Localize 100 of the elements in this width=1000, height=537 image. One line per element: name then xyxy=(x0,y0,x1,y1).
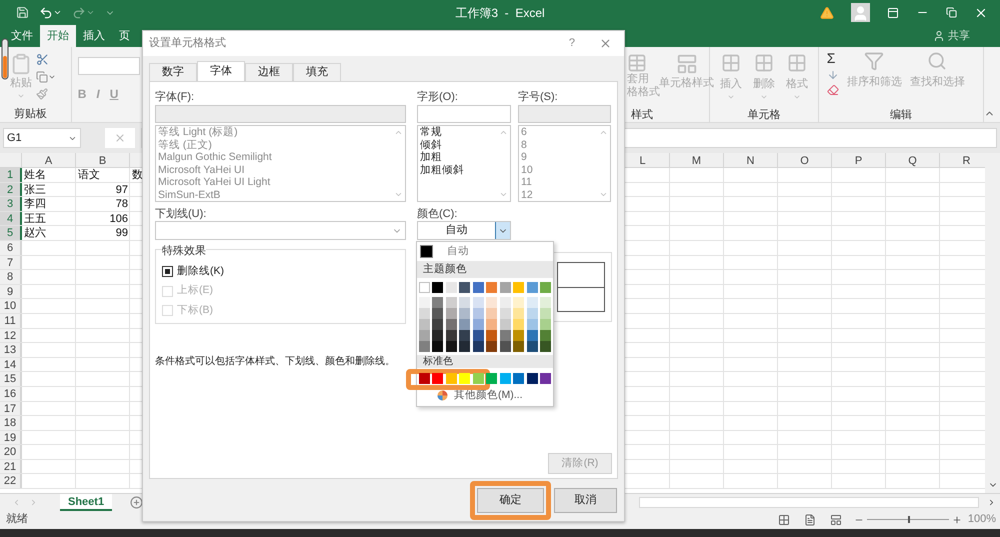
color-swatch[interactable] xyxy=(419,319,430,330)
color-swatch[interactable] xyxy=(432,341,444,352)
color-swatch[interactable] xyxy=(472,308,484,319)
cells-icon[interactable] xyxy=(754,53,774,73)
ribbon-tab[interactable]: 开始 xyxy=(40,25,76,47)
color-swatch[interactable] xyxy=(513,341,524,352)
color-swatch[interactable] xyxy=(486,282,498,293)
sheet-tab[interactable]: Sheet1 xyxy=(60,494,112,510)
color-swatch[interactable] xyxy=(526,297,538,308)
color-swatch[interactable] xyxy=(526,319,538,330)
color-swatch[interactable] xyxy=(432,319,444,330)
color-swatch[interactable] xyxy=(486,319,498,330)
color-swatch[interactable] xyxy=(446,319,457,330)
color-swatch[interactable] xyxy=(446,282,457,293)
cell-styles-icon[interactable] xyxy=(676,53,698,75)
color-swatch[interactable] xyxy=(500,373,511,384)
color-swatch[interactable] xyxy=(446,330,457,341)
color-swatch[interactable] xyxy=(459,319,470,330)
color-swatch[interactable] xyxy=(419,308,430,319)
color-swatch[interactable] xyxy=(486,308,498,319)
color-select[interactable]: 自动 xyxy=(417,221,511,240)
color-swatch[interactable] xyxy=(513,297,524,308)
table-icon[interactable] xyxy=(627,53,648,73)
color-swatch[interactable] xyxy=(459,341,470,352)
avatar-icon[interactable] xyxy=(851,3,870,22)
color-swatch[interactable] xyxy=(459,373,470,384)
color-swatch[interactable] xyxy=(540,341,551,352)
color-swatch[interactable] xyxy=(459,297,470,308)
dialog-tab[interactable]: 边框 xyxy=(245,63,293,81)
zoom-in-icon[interactable] xyxy=(952,514,962,524)
color-swatch[interactable] xyxy=(500,308,511,319)
scroll-right-icon[interactable] xyxy=(987,498,996,506)
color-swatch[interactable] xyxy=(472,319,484,330)
caret-icon[interactable] xyxy=(53,8,62,17)
color-swatch[interactable] xyxy=(446,373,457,384)
color-swatch[interactable] xyxy=(472,373,484,384)
color-swatch[interactable] xyxy=(459,330,470,341)
search-icon[interactable] xyxy=(927,51,948,71)
close-icon[interactable] xyxy=(599,37,612,50)
ribbon-button[interactable]: 格式 xyxy=(786,76,808,92)
font-name-field[interactable] xyxy=(78,57,140,75)
ribbon-display-icon[interactable] xyxy=(887,6,899,18)
color-swatch[interactable] xyxy=(526,330,538,341)
cell-styles-button[interactable]: 单元格样式 xyxy=(659,75,714,92)
color-swatch[interactable] xyxy=(432,373,444,384)
color-swatch[interactable] xyxy=(526,308,538,319)
underline-icon[interactable]: U xyxy=(110,85,118,103)
caret-icon[interactable] xyxy=(48,73,56,81)
color-swatch[interactable] xyxy=(513,319,524,330)
color-swatch[interactable] xyxy=(526,373,538,384)
paste-label[interactable]: 粘贴 xyxy=(10,75,32,92)
color-swatch[interactable] xyxy=(500,341,511,352)
save-icon[interactable] xyxy=(16,6,29,19)
color-swatch[interactable] xyxy=(419,282,430,293)
color-swatch[interactable] xyxy=(513,282,524,293)
sort-filter-icon[interactable] xyxy=(864,51,884,71)
color-swatch[interactable] xyxy=(500,330,511,341)
color-swatch[interactable] xyxy=(540,282,551,293)
color-swatch[interactable] xyxy=(419,341,430,352)
scroll-left-icon[interactable] xyxy=(12,498,21,506)
color-swatch[interactable] xyxy=(472,282,484,293)
italic-icon[interactable]: I xyxy=(96,85,100,103)
cut-icon[interactable] xyxy=(36,53,49,66)
color-swatch[interactable] xyxy=(419,330,430,341)
dialog-tab[interactable]: 填充 xyxy=(293,63,341,81)
zoom-slider[interactable] xyxy=(866,515,949,524)
color-swatch[interactable] xyxy=(500,319,511,330)
dialog-button[interactable]: 确定 xyxy=(477,488,544,512)
color-swatch[interactable] xyxy=(432,297,444,308)
eraser-icon[interactable] xyxy=(826,84,839,96)
list-item[interactable]: 加粗 xyxy=(420,151,496,164)
cells-icon[interactable] xyxy=(787,53,808,73)
ribbon-button[interactable]: 插入 xyxy=(720,76,742,92)
add-sheet-icon[interactable] xyxy=(130,496,144,508)
color-swatch[interactable] xyxy=(486,341,498,352)
color-swatch[interactable] xyxy=(513,308,524,319)
input-field[interactable] xyxy=(417,105,511,123)
cells-icon[interactable] xyxy=(720,53,741,73)
color-swatch[interactable] xyxy=(432,308,444,319)
normal-view-icon[interactable] xyxy=(778,514,790,526)
color-swatch[interactable] xyxy=(486,330,498,341)
color-swatch[interactable] xyxy=(500,297,511,308)
redo-icon[interactable] xyxy=(72,6,86,20)
color-swatch[interactable] xyxy=(540,373,551,384)
color-swatch[interactable] xyxy=(513,373,524,384)
list-box[interactable]: 常规 倾斜 加粗 加粗倾斜 xyxy=(417,125,511,202)
color-swatch[interactable] xyxy=(459,308,470,319)
paste-icon[interactable] xyxy=(10,53,32,75)
ribbon-button[interactable]: 删除 xyxy=(752,76,775,92)
cancel-icon[interactable] xyxy=(114,132,126,144)
find-select-button[interactable]: 查找和选择 xyxy=(910,74,965,90)
dialog-tab[interactable]: 数字 xyxy=(149,63,197,81)
color-swatch[interactable] xyxy=(446,297,457,308)
scroll-up-icon[interactable] xyxy=(598,128,608,137)
caret-icon[interactable] xyxy=(86,8,95,17)
color-swatch[interactable] xyxy=(513,330,524,341)
sort-filter-button[interactable]: 排序和筛选 xyxy=(846,74,902,90)
color-swatch[interactable] xyxy=(526,341,538,352)
color-swatch[interactable] xyxy=(486,373,498,384)
scroll-up-icon[interactable] xyxy=(498,128,508,137)
